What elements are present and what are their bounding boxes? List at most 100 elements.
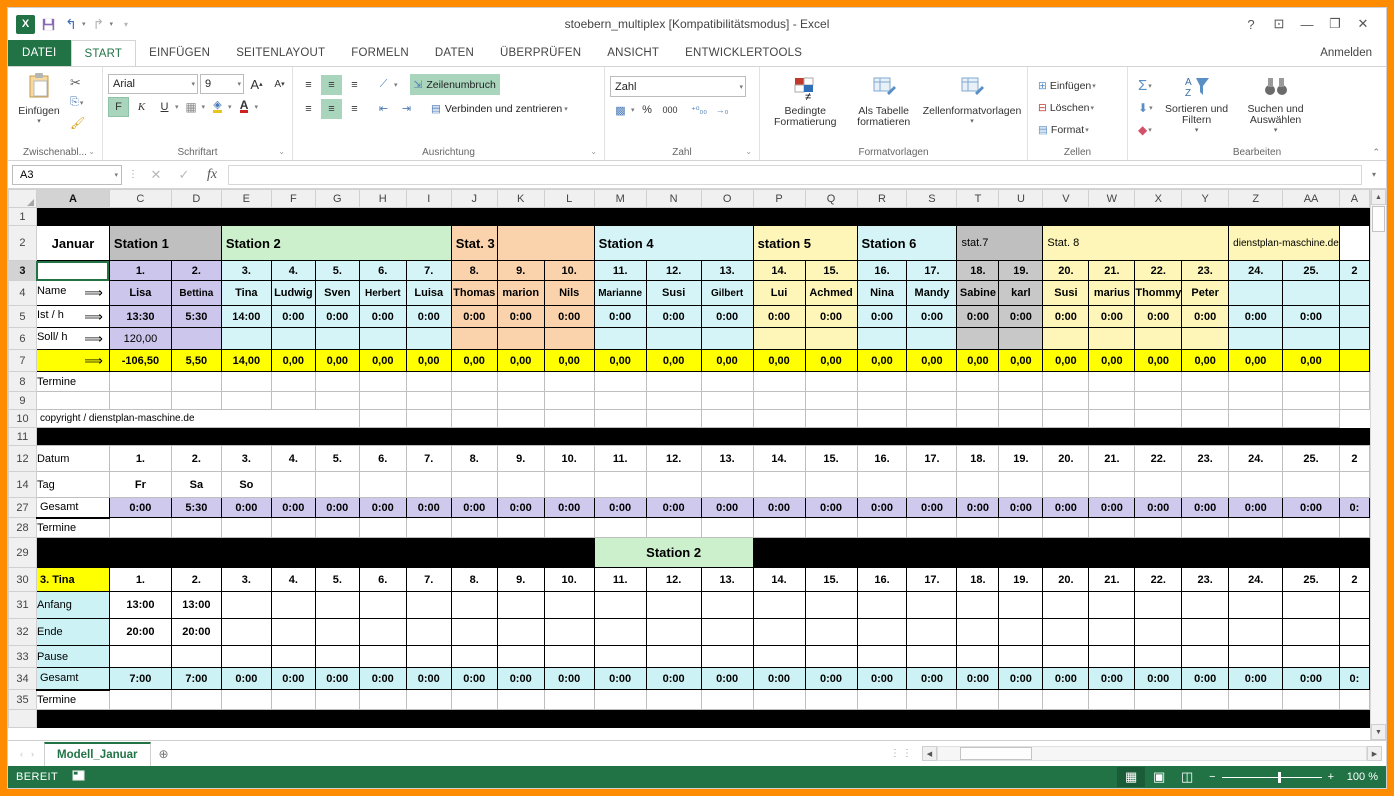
- column-header-N[interactable]: N: [645, 189, 702, 208]
- station-header-cell[interactable]: Stat. 3: [450, 225, 498, 261]
- signin-link[interactable]: Anmelden: [1320, 40, 1386, 66]
- daily-total-cell[interactable]: 0:00: [220, 667, 272, 690]
- accounting-format-button[interactable]: ▩: [610, 100, 631, 120]
- soll-hours-cell[interactable]: [645, 327, 702, 350]
- date-cell[interactable]: 25.: [1282, 567, 1340, 592]
- termine-cell[interactable]: [1042, 517, 1090, 538]
- start-time-cell[interactable]: [804, 591, 858, 619]
- column-header-A[interactable]: A: [35, 189, 110, 208]
- employee-name-cell[interactable]: [1282, 280, 1340, 306]
- row-label-tag[interactable]: Tag: [35, 471, 110, 498]
- weekday-cell[interactable]: [1228, 471, 1284, 498]
- date-cell[interactable]: 2: [1338, 445, 1370, 472]
- collapse-ribbon-icon[interactable]: ⌃: [1372, 147, 1380, 158]
- column-header-D[interactable]: D: [170, 189, 222, 208]
- weekday-cell[interactable]: [405, 471, 452, 498]
- start-time-cell[interactable]: [1042, 591, 1090, 619]
- day-number-cell[interactable]: 16.: [856, 260, 908, 281]
- weekday-cell[interactable]: [1088, 471, 1136, 498]
- percent-format-button[interactable]: %: [637, 100, 658, 120]
- end-time-cell[interactable]: [856, 618, 908, 646]
- blank-cell[interactable]: [956, 391, 1000, 410]
- autosum-caret-icon[interactable]: ▾: [1148, 82, 1152, 90]
- align-left-button[interactable]: ≡: [298, 99, 319, 119]
- gesamt-total-cell[interactable]: 0:00: [108, 497, 172, 518]
- soll-hours-cell[interactable]: [1282, 327, 1340, 350]
- date-cell[interactable]: 24.: [1228, 567, 1284, 592]
- employee-name-cell[interactable]: [1338, 280, 1370, 306]
- gesamt-total-cell[interactable]: 0:00: [496, 497, 545, 518]
- column-header-L[interactable]: L: [543, 189, 595, 208]
- employee-name-cell[interactable]: Thomas: [450, 280, 498, 306]
- gesamt-total-cell[interactable]: 0:00: [1088, 497, 1136, 518]
- orientation-button[interactable]: ⟋: [373, 75, 394, 95]
- column-header-I[interactable]: I: [405, 189, 452, 208]
- daily-total-cell[interactable]: 0:00: [358, 667, 407, 690]
- start-time-cell[interactable]: [314, 591, 360, 619]
- blank-cell[interactable]: [752, 391, 806, 410]
- end-time-cell[interactable]: [405, 618, 452, 646]
- start-time-cell[interactable]: [752, 591, 806, 619]
- termine-cell[interactable]: [645, 517, 702, 538]
- row-header-27[interactable]: 27: [8, 497, 37, 518]
- day-number-cell[interactable]: 7.: [405, 260, 452, 281]
- weekday-cell[interactable]: [956, 471, 1000, 498]
- soll-hours-cell[interactable]: [856, 327, 908, 350]
- soll-hours-cell[interactable]: [752, 327, 806, 350]
- number-dialog-launcher-icon[interactable]: ⌄: [745, 144, 752, 159]
- ist-hours-cell[interactable]: 0:00: [804, 305, 858, 328]
- day-number-cell[interactable]: 23.: [1181, 260, 1230, 281]
- gesamt-total-cell[interactable]: 0:00: [1282, 497, 1340, 518]
- daily-total-cell[interactable]: 0:00: [1282, 667, 1340, 690]
- person-label-cell[interactable]: 3. Tina: [35, 567, 110, 592]
- row-header-11[interactable]: 11: [8, 427, 37, 446]
- ribbon-display-options-icon[interactable]: ⊡: [1266, 13, 1292, 35]
- gesamt-total-cell[interactable]: 0:00: [543, 497, 595, 518]
- column-header-F[interactable]: F: [270, 189, 316, 208]
- termine-cell[interactable]: [645, 689, 702, 710]
- break-cell[interactable]: [270, 645, 316, 668]
- row-header-12[interactable]: 12: [8, 445, 37, 472]
- align-top-button[interactable]: ≡: [298, 75, 319, 95]
- daily-total-cell[interactable]: 0:00: [1088, 667, 1136, 690]
- daily-total-cell[interactable]: 0:00: [906, 667, 958, 690]
- weekday-cell[interactable]: [496, 471, 545, 498]
- gesamt-total-cell[interactable]: 0:: [1338, 497, 1370, 518]
- format-as-table-button[interactable]: Als Tabelle formatieren: [845, 73, 922, 130]
- end-time-cell[interactable]: [450, 618, 498, 646]
- termine-cell[interactable]: [270, 371, 316, 392]
- column-header-J[interactable]: J: [450, 189, 498, 208]
- normal-view-icon[interactable]: ▦: [1117, 767, 1146, 787]
- difference-cell[interactable]: [1338, 349, 1370, 372]
- date-cell[interactable]: 20.: [1042, 567, 1090, 592]
- termine-cell[interactable]: [752, 689, 806, 710]
- confirm-icon[interactable]: ✓: [172, 167, 196, 183]
- employee-name-cell[interactable]: Nils: [543, 280, 595, 306]
- termine-cell[interactable]: [108, 371, 172, 392]
- ist-hours-cell[interactable]: 0:00: [906, 305, 958, 328]
- employee-name-cell[interactable]: Gilbert: [700, 280, 754, 306]
- date-cell[interactable]: 13.: [700, 567, 754, 592]
- date-cell[interactable]: 22.: [1134, 567, 1183, 592]
- align-center-button[interactable]: ≡: [321, 98, 342, 119]
- gesamt-total-cell[interactable]: 0:00: [450, 497, 498, 518]
- difference-cell[interactable]: 0,00: [906, 349, 958, 372]
- difference-cell[interactable]: 14,00: [220, 349, 272, 372]
- row-header-7[interactable]: 7: [8, 349, 37, 372]
- difference-cell[interactable]: 0,00: [856, 349, 908, 372]
- cut-button[interactable]: ✂: [67, 73, 88, 92]
- weekday-cell[interactable]: [1134, 471, 1183, 498]
- date-cell[interactable]: 17.: [906, 567, 958, 592]
- start-time-cell[interactable]: [645, 591, 702, 619]
- insert-cells-button[interactable]: ⊞ Einfügen ▾: [1035, 76, 1099, 95]
- termine-cell[interactable]: [358, 371, 407, 392]
- minimize-icon[interactable]: —: [1294, 13, 1320, 35]
- row-label-termine-35[interactable]: Termine: [35, 689, 110, 710]
- weekday-cell[interactable]: [1282, 471, 1340, 498]
- termine-cell[interactable]: [496, 371, 545, 392]
- delete-cells-button[interactable]: ⊟ Löschen ▾: [1035, 98, 1099, 117]
- thousands-format-button[interactable]: 000: [660, 100, 681, 120]
- date-cell[interactable]: 11.: [593, 567, 647, 592]
- date-cell[interactable]: 19.: [998, 567, 1044, 592]
- break-cell[interactable]: [1042, 645, 1090, 668]
